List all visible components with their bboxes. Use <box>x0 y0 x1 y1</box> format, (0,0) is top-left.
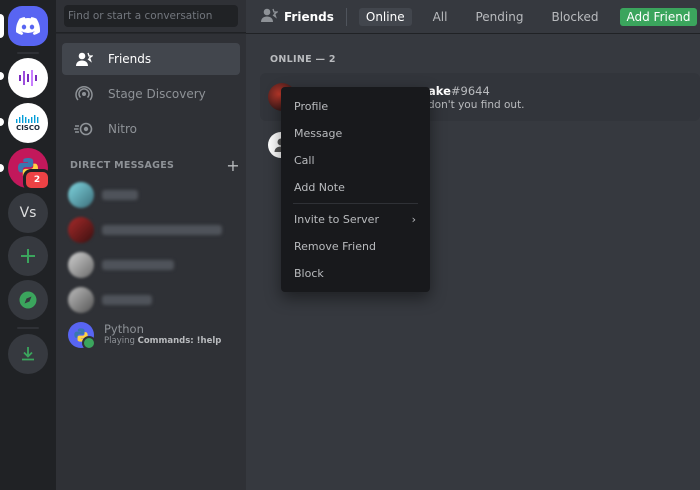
friend-username: ake <box>428 84 451 98</box>
redacted-name <box>102 225 222 235</box>
server-vs-label: Vs <box>19 205 37 221</box>
server-cisco[interactable]: CISCO <box>8 103 48 143</box>
dm-item[interactable] <box>68 251 238 279</box>
menu-label: Block <box>294 267 324 280</box>
online-status-dot <box>82 336 96 350</box>
dm-header-label: DIRECT MESSAGES <box>70 160 175 171</box>
redacted-name <box>102 260 174 270</box>
search-bar: Find or start a conversation <box>56 0 246 33</box>
dm-item[interactable] <box>68 216 238 244</box>
unread-indicator <box>0 164 4 172</box>
menu-label: Message <box>294 127 343 140</box>
menu-item-remove-friend[interactable]: Remove Friend <box>289 233 422 260</box>
menu-item-block[interactable]: Block <box>289 260 422 287</box>
dm-item[interactable] <box>68 181 238 209</box>
stage-icon <box>74 84 94 104</box>
server-python[interactable]: 2 <box>8 148 51 191</box>
notification-badge: 2 <box>23 169 51 191</box>
nav-stage-label: Stage Discovery <box>108 87 206 101</box>
compass-icon <box>19 291 37 309</box>
chevron-right-icon: › <box>411 213 416 226</box>
redacted-name <box>102 295 152 305</box>
search-input[interactable]: Find or start a conversation <box>64 5 238 27</box>
menu-label: Invite to Server <box>294 213 379 226</box>
dm-item-python[interactable]: Python Playing Commands: !help <box>68 320 238 350</box>
download-icon <box>22 347 34 361</box>
menu-label: Call <box>294 154 315 167</box>
tab-blocked[interactable]: Blocked <box>544 8 605 26</box>
server-audio[interactable] <box>8 58 48 98</box>
dm-python-name: Python <box>104 322 144 336</box>
tab-pending[interactable]: Pending <box>468 8 530 26</box>
tab-online[interactable]: Online <box>358 7 412 26</box>
menu-separator <box>293 203 418 204</box>
dm-sidebar: Find or start a conversation Friends Sta… <box>56 0 246 490</box>
friend-status: don't you find out. <box>428 99 525 111</box>
create-dm-button[interactable]: + <box>226 157 240 173</box>
page-title: Friends <box>284 9 334 24</box>
server-vs[interactable]: Vs <box>8 193 48 233</box>
friend-context-menu: Profile Message Call Add Note Invite to … <box>281 87 430 292</box>
tab-all[interactable]: All <box>426 8 455 26</box>
add-server-button[interactable] <box>8 236 48 276</box>
server-rail: CISCO 2 Vs <box>0 0 56 490</box>
friends-icon <box>260 7 279 27</box>
rail-separator <box>17 52 39 54</box>
menu-item-message[interactable]: Message <box>289 120 422 147</box>
divider <box>345 7 347 26</box>
plus-icon <box>21 249 35 263</box>
menu-label: Profile <box>294 100 329 113</box>
discord-icon <box>16 17 40 35</box>
nitro-icon <box>74 119 94 139</box>
dm-python-text: Python Playing Commands: !help <box>104 323 221 347</box>
dm-python-status: Playing Commands: !help <box>104 335 221 347</box>
avatar <box>68 182 94 208</box>
nav-stage-discovery[interactable]: Stage Discovery <box>62 78 240 110</box>
status-prefix: Playing <box>104 336 138 346</box>
nav-friends[interactable]: Friends <box>62 43 240 75</box>
friend-name: ake#9644 <box>428 84 490 98</box>
avatar <box>68 217 94 243</box>
menu-label: Add Note <box>294 181 345 194</box>
audio-waves-icon <box>19 70 37 86</box>
home-button[interactable] <box>8 6 48 46</box>
friends-topbar: Friends Online All Pending Blocked Add F… <box>246 0 700 34</box>
status-activity: Commands: !help <box>137 336 222 346</box>
redacted-name <box>102 190 138 200</box>
cisco-label: CISCO <box>16 124 40 132</box>
unread-indicator <box>0 118 4 126</box>
menu-item-invite-to-server[interactable]: Invite to Server › <box>289 206 422 233</box>
friend-discriminator: #9644 <box>450 84 490 98</box>
nav-friends-label: Friends <box>108 52 152 66</box>
avatar <box>68 322 96 350</box>
dm-section-header: DIRECT MESSAGES + <box>70 157 240 173</box>
avatar <box>68 252 94 278</box>
avatar <box>68 287 94 313</box>
menu-label: Remove Friend <box>294 240 376 253</box>
dm-item[interactable] <box>68 286 238 314</box>
online-count-header: ONLINE — 2 <box>270 54 336 65</box>
menu-item-profile[interactable]: Profile <box>289 93 422 120</box>
friends-icon <box>74 49 94 69</box>
selected-indicator <box>0 14 4 38</box>
explore-servers-button[interactable] <box>8 280 48 320</box>
nav-nitro-label: Nitro <box>108 122 138 136</box>
nav-nitro[interactable]: Nitro <box>62 113 240 145</box>
cisco-logo-icon <box>16 115 39 123</box>
add-friend-button[interactable]: Add Friend <box>619 7 698 26</box>
download-apps-button[interactable] <box>8 334 48 374</box>
unread-indicator <box>0 72 4 80</box>
menu-item-add-note[interactable]: Add Note <box>289 174 422 201</box>
menu-item-call[interactable]: Call <box>289 147 422 174</box>
rail-separator <box>17 327 39 329</box>
